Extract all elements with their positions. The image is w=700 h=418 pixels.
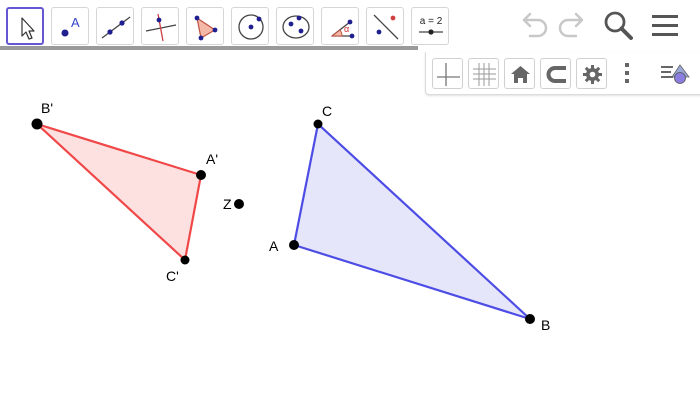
label-b-prime: B' <box>41 100 53 116</box>
graphics-view[interactable]: A B C A' B' C' Z <box>0 95 700 418</box>
undo-icon <box>522 12 548 38</box>
circle-icon <box>238 14 264 40</box>
polygon-tool-button[interactable] <box>186 7 224 45</box>
toolbar-divider <box>0 46 418 50</box>
point-c[interactable] <box>313 119 323 129</box>
toggle-grid-button[interactable] <box>468 58 499 89</box>
slider-icon: a = 2 <box>419 16 443 35</box>
ellipse-tool-button[interactable] <box>276 7 314 45</box>
style-bar-toggle-button[interactable] <box>658 56 694 90</box>
line-icon <box>101 16 131 39</box>
point-tool-button[interactable]: A <box>51 7 89 45</box>
label-a: A <box>269 238 279 254</box>
standard-view-button[interactable] <box>504 58 535 89</box>
cursor-arrow-icon <box>21 17 35 40</box>
point-z[interactable] <box>234 199 244 209</box>
reflect-line-tool-button[interactable] <box>366 7 404 45</box>
polygon-icon <box>194 15 218 41</box>
angle-tool-button[interactable]: α <box>321 7 359 45</box>
slider-tool-button[interactable]: a = 2 <box>411 7 449 45</box>
label-b: B <box>541 317 550 333</box>
move-tool-button[interactable] <box>6 7 44 45</box>
axes-toggle-icon <box>437 63 460 86</box>
graphics-style-bar <box>425 52 700 95</box>
snapping-magnet-icon <box>546 66 566 83</box>
grid-toggle-icon <box>473 63 496 86</box>
angle-tool-label: α <box>344 24 349 34</box>
line-tool-button[interactable] <box>96 7 134 45</box>
point-c-prime[interactable] <box>180 255 190 265</box>
point-icon: A <box>61 15 80 37</box>
label-c: C <box>322 103 332 119</box>
triangle-abc[interactable] <box>292 122 532 321</box>
reflect-about-line-icon <box>373 14 399 40</box>
slider-tool-label: a = 2 <box>420 16 443 27</box>
point-b[interactable] <box>525 314 535 324</box>
menu-icon <box>652 15 678 36</box>
perpendicular-line-tool-button[interactable] <box>141 7 179 45</box>
triangle-image[interactable] <box>35 122 203 262</box>
redo-icon <box>558 12 584 38</box>
point-a[interactable] <box>289 240 299 250</box>
search-button[interactable] <box>601 8 635 42</box>
point-capturing-button[interactable] <box>540 58 571 89</box>
ellipse-icon <box>282 15 310 39</box>
label-z: Z <box>223 196 232 212</box>
point-tool-label: A <box>71 15 80 30</box>
toolbar: A α a = 2 <box>0 0 700 48</box>
point-a-prime[interactable] <box>196 170 206 180</box>
style-bar-toggle-icon <box>661 64 690 84</box>
circle-tool-button[interactable] <box>231 7 269 45</box>
more-options-button[interactable] <box>621 58 633 89</box>
home-icon <box>511 66 530 83</box>
label-c-prime: C' <box>166 268 179 284</box>
label-a-prime: A' <box>206 151 218 167</box>
redo-button[interactable] <box>554 8 588 42</box>
undo-button[interactable] <box>518 8 552 42</box>
search-icon <box>604 11 633 40</box>
point-b-prime[interactable] <box>31 118 43 130</box>
main-menu-button[interactable] <box>649 8 683 42</box>
angle-icon: α <box>330 19 355 39</box>
settings-button[interactable] <box>576 58 607 89</box>
more-options-icon <box>625 63 629 83</box>
perpendicular-line-icon <box>145 13 177 42</box>
settings-gear-icon <box>583 65 602 84</box>
toggle-axes-button[interactable] <box>432 58 463 89</box>
